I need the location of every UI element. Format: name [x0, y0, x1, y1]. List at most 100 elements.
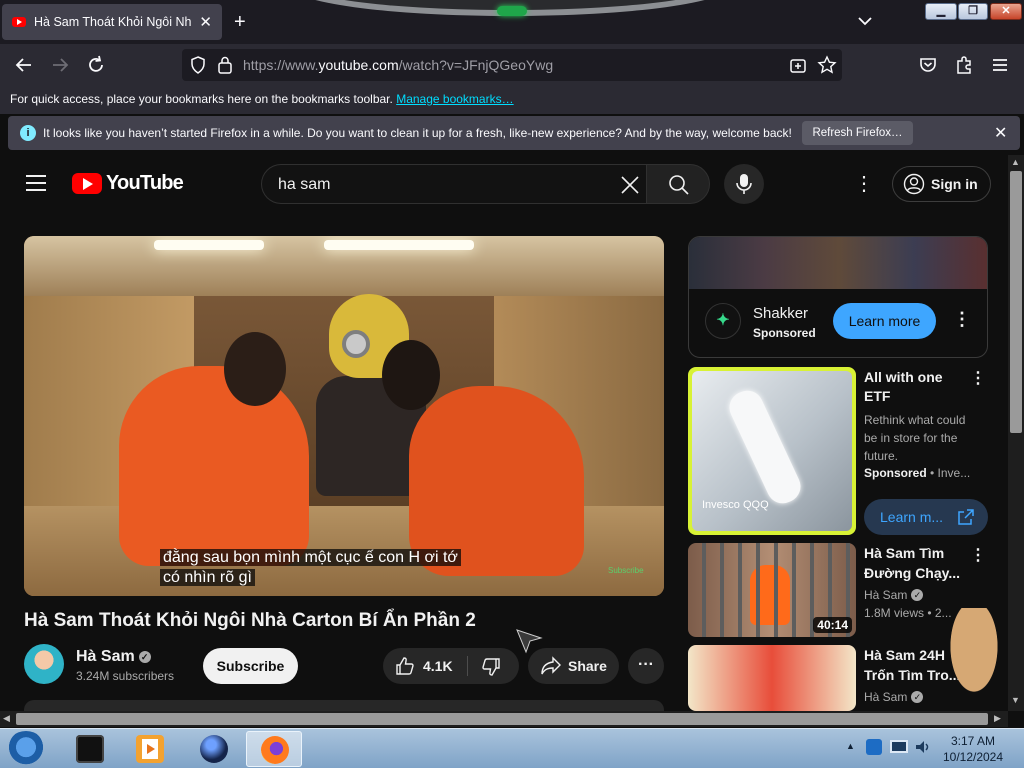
window-grab-indicator [497, 6, 527, 16]
sign-in-button[interactable]: Sign in [892, 166, 991, 202]
shield-icon[interactable] [188, 55, 208, 75]
refresh-firefox-button[interactable]: Refresh Firefox… [802, 121, 913, 145]
more-actions-button[interactable]: ··· [628, 648, 664, 684]
etf-sponsor-line: Sponsored • Inve... [864, 466, 971, 480]
scroll-down-icon[interactable]: ▼ [1011, 695, 1020, 705]
recommendation-more-icon[interactable]: ⋮ [970, 545, 986, 565]
clear-search-icon[interactable] [620, 175, 640, 195]
thumbs-down-icon[interactable] [481, 657, 501, 677]
ad-more-icon[interactable]: ⋮ [953, 309, 971, 330]
search-input[interactable]: ha sam [261, 164, 647, 204]
scroll-left-icon[interactable]: ◀ [3, 713, 10, 724]
minimize-window-button[interactable]: ▁ [925, 3, 957, 20]
vertical-scrollbar[interactable]: ▲ ▼ [1008, 155, 1024, 711]
sign-in-label: Sign in [931, 176, 978, 192]
voice-search-button[interactable] [724, 164, 764, 204]
verified-check-icon: ✓ [138, 651, 151, 663]
recommendation-channel[interactable]: Hà Sam ✓ [864, 588, 924, 602]
network-monitor-icon[interactable] [890, 740, 908, 753]
maximize-window-button[interactable]: ❐ [958, 3, 988, 20]
scroll-up-icon[interactable]: ▲ [1011, 157, 1020, 167]
settings-more-icon[interactable]: ⋮ [854, 173, 874, 195]
system-clock[interactable]: 3:17 AM 10/12/2024 [935, 733, 1011, 765]
scroll-right-icon[interactable]: ▶ [994, 713, 1001, 724]
caption-line-1: đằng sau bọn mình một cục ế con H ơi tớ [160, 549, 461, 566]
chevron-down-icon[interactable] [856, 12, 874, 30]
horizontal-scrollbar[interactable]: ◀ ▶ [0, 711, 1008, 727]
video-title: Hà Sam Thoát Khỏi Ngôi Nhà Carton Bí Ẩn … [24, 610, 476, 631]
search-button[interactable] [646, 164, 710, 204]
youtube-logo[interactable]: YouTube [72, 172, 184, 195]
close-notification-icon[interactable]: ✕ [994, 123, 1007, 143]
channel-avatar[interactable] [24, 644, 64, 684]
reader-mode-icon[interactable] [789, 57, 807, 75]
navigation-toolbar: https://www.youtube.com/watch?v=JFnjQGeo… [0, 44, 1024, 86]
subscriber-count: 3.24M subscribers [76, 669, 175, 683]
pocket-icon[interactable] [917, 54, 939, 76]
refresh-notification-bar: i It looks like you haven’t started Fire… [8, 116, 1020, 150]
advertiser-name: Shakker [753, 305, 809, 322]
search-query-text[interactable]: ha sam [278, 176, 330, 194]
lock-icon[interactable] [216, 55, 234, 75]
forward-arrow-icon[interactable] [49, 54, 71, 76]
youtube-masthead: YouTube ha sam ⋮ Sign in [0, 155, 1008, 213]
recommendation-channel[interactable]: Hà Sam ✓ [864, 690, 924, 704]
ad-learn-more-button[interactable]: Learn more [833, 303, 936, 339]
bookmark-star-icon[interactable] [817, 55, 837, 75]
menu-hamburger-icon[interactable] [989, 54, 1011, 76]
back-arrow-icon[interactable] [13, 54, 35, 76]
caption-line-2: có nhìn rõ gì [160, 569, 255, 586]
extensions-puzzle-icon[interactable] [953, 54, 975, 76]
etf-thumb-badge: Invesco QQQ [702, 499, 769, 511]
new-tab-button[interactable]: + [234, 10, 246, 34]
taskbar-app-globe[interactable] [186, 731, 242, 767]
horizontal-scroll-thumb[interactable] [16, 713, 988, 725]
recommendation-meta: 1.8M views • 2... [864, 606, 952, 620]
windows-taskbar: ▲ 3:17 AM 10/12/2024 [0, 728, 1024, 768]
taskbar-app-media-player[interactable] [122, 731, 178, 767]
etf-ad-title[interactable]: All with one ETF [864, 368, 968, 406]
url-bar[interactable]: https://www.youtube.com/watch?v=JFnjQGeo… [182, 49, 842, 81]
subscribe-watermark[interactable]: Subscribe [608, 566, 644, 575]
etf-learn-more-button[interactable]: Learn m... [864, 499, 988, 535]
channel-name[interactable]: Hà Sam ✓ [76, 648, 151, 666]
sponsored-ad-card[interactable]: ✦ Shakker Sponsored Learn more ⋮ [688, 236, 988, 358]
youtube-favicon-icon [12, 17, 26, 27]
browser-tab-active[interactable]: Hà Sam Thoát Khỏi Ngôi Nhà C ✕ [2, 4, 222, 40]
tray-app-icon[interactable] [866, 739, 882, 755]
close-window-button[interactable]: ✕ [990, 3, 1022, 20]
firefox-icon [261, 736, 289, 764]
reload-icon[interactable] [85, 54, 107, 76]
youtube-play-logo-icon [72, 173, 102, 194]
show-hidden-icons-icon[interactable]: ▲ [846, 741, 855, 751]
taskbar-app-firefox[interactable] [246, 731, 302, 767]
bookmarks-toolbar: For quick access, place your bookmarks h… [0, 86, 1024, 114]
ad-banner-image[interactable] [689, 237, 987, 289]
advertiser-logo-icon: ✦ [705, 303, 741, 339]
recommendation-thumbnail[interactable]: 40:14 [688, 543, 856, 637]
thumbs-up-icon[interactable] [395, 656, 415, 676]
recommendation-thumbnail[interactable] [688, 645, 856, 711]
vertical-scroll-thumb[interactable] [1010, 171, 1022, 433]
guide-menu-icon[interactable] [26, 175, 46, 191]
verified-check-icon: ✓ [911, 691, 924, 703]
start-button[interactable] [6, 731, 46, 767]
globe-icon [200, 735, 228, 763]
manage-bookmarks-link[interactable]: Manage bookmarks… [396, 92, 513, 106]
recommendation-title[interactable]: Hà Sam Tìm Đường Chạy... [864, 543, 976, 583]
clock-date: 10/12/2024 [942, 750, 1004, 764]
like-count[interactable]: 4.1K [423, 658, 453, 674]
close-tab-icon[interactable]: ✕ [199, 15, 212, 30]
taskbar-app-terminal[interactable] [62, 731, 118, 767]
video-player[interactable]: đằng sau bọn mình một cục ế con H ơi tớ … [24, 236, 664, 596]
video-duration: 40:14 [813, 617, 852, 633]
subscribe-button[interactable]: Subscribe [203, 648, 298, 684]
like-dislike-group: 4.1K [383, 648, 519, 684]
volume-icon[interactable] [914, 738, 932, 756]
notification-message: It looks like you haven’t started Firefo… [43, 126, 792, 140]
url-text[interactable]: https://www.youtube.com/watch?v=JFnjQGeo… [243, 57, 553, 73]
etf-ad-thumbnail[interactable]: Invesco QQQ [688, 367, 856, 535]
search-icon [669, 175, 689, 195]
etf-more-icon[interactable]: ⋮ [970, 368, 986, 388]
youtube-logo-text: YouTube [106, 172, 184, 194]
